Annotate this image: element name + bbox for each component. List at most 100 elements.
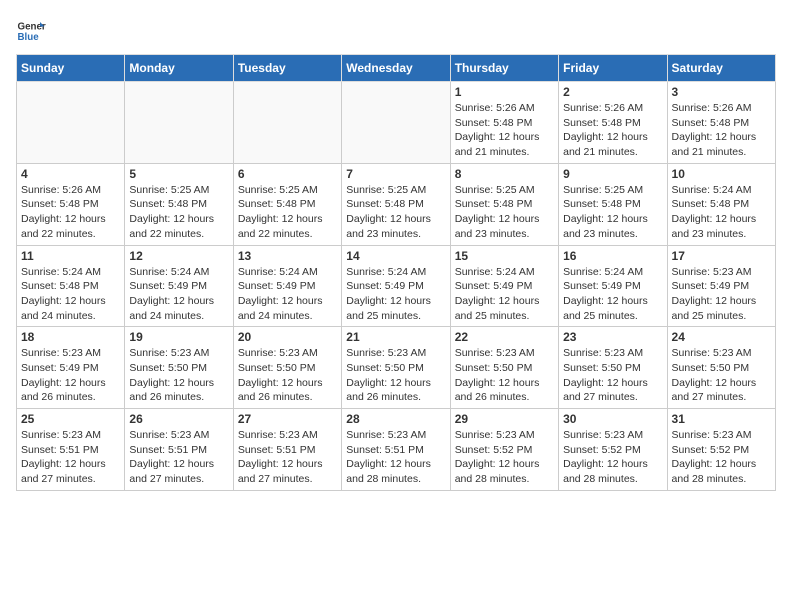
day-cell: 8Sunrise: 5:25 AM Sunset: 5:48 PM Daylig… (450, 163, 558, 245)
day-number: 16 (563, 249, 662, 263)
header: General Blue (16, 16, 776, 46)
day-info: Sunrise: 5:23 AM Sunset: 5:49 PM Dayligh… (21, 346, 120, 405)
day-info: Sunrise: 5:24 AM Sunset: 5:48 PM Dayligh… (21, 265, 120, 324)
day-cell: 27 Sunrise: 5:23 AM Sunset: 5:51 PM Dayli… (233, 409, 341, 491)
day-number: 8 (455, 167, 554, 181)
day-number: 5 (129, 167, 228, 181)
day-cell: 1 Sunrise: 5:26 AM Sunset: 5:48 PM Daylig… (450, 82, 558, 164)
week-row-2: 4Sunrise: 5:26 AM Sunset: 5:48 PM Daylig… (17, 163, 776, 245)
day-info: Sunrise: 5:23 AM Sunset: 5:52 PM Dayligh… (563, 428, 662, 487)
day-info: Sunrise: 5:23 AM Sunset: 5:50 PM Dayligh… (563, 346, 662, 405)
day-cell: 30Sunrise: 5:23 AM Sunset: 5:52 PM Dayli… (559, 409, 667, 491)
day-number: 6 (238, 167, 337, 181)
day-cell: 24Sunrise: 5:23 AM Sunset: 5:50 PM Dayli… (667, 327, 775, 409)
day-number: 22 (455, 330, 554, 344)
day-info: Sunrise: 5:24 AM Sunset: 5:49 PM Dayligh… (563, 265, 662, 324)
day-number: 29 (455, 412, 554, 426)
day-number: 15 (455, 249, 554, 263)
day-cell (17, 82, 125, 164)
weekday-sunday: Sunday (17, 55, 125, 82)
day-info: Sunrise: 5:26 AM Sunset: 5:48 PM Dayligh… (455, 101, 554, 160)
day-number: 13 (238, 249, 337, 263)
day-cell: 16 Sunrise: 5:24 AM Sunset: 5:49 PM Dayli… (559, 245, 667, 327)
week-row-3: 11 Sunrise: 5:24 AM Sunset: 5:48 PM Dayli… (17, 245, 776, 327)
day-cell: 2 Sunrise: 5:26 AM Sunset: 5:48 PM Daylig… (559, 82, 667, 164)
day-number: 17 (672, 249, 771, 263)
weekday-thursday: Thursday (450, 55, 558, 82)
day-cell: 28 Sunrise: 5:23 AM Sunset: 5:51 PM Dayli… (342, 409, 450, 491)
day-info: Sunrise: 5:24 AM Sunset: 5:49 PM Dayligh… (238, 265, 337, 324)
day-number: 2 (563, 85, 662, 99)
day-info: Sunrise: 5:26 AM Sunset: 5:48 PM Dayligh… (672, 101, 771, 160)
day-cell: 12Sunrise: 5:24 AM Sunset: 5:49 PM Dayli… (125, 245, 233, 327)
svg-text:General: General (18, 22, 47, 33)
week-row-5: 25 Sunrise: 5:23 AM Sunset: 5:51 PM Dayli… (17, 409, 776, 491)
svg-text:Blue: Blue (18, 32, 40, 43)
day-number: 23 (563, 330, 662, 344)
day-number: 7 (346, 167, 445, 181)
day-info: Sunrise: 5:26 AM Sunset: 5:48 PM Dayligh… (563, 101, 662, 160)
day-cell: 13 Sunrise: 5:24 AM Sunset: 5:49 PM Dayli… (233, 245, 341, 327)
week-row-4: 18 Sunrise: 5:23 AM Sunset: 5:49 PM Dayli… (17, 327, 776, 409)
day-number: 18 (21, 330, 120, 344)
logo: General Blue (16, 16, 46, 46)
day-number: 14 (346, 249, 445, 263)
weekday-tuesday: Tuesday (233, 55, 341, 82)
day-info: Sunrise: 5:23 AM Sunset: 5:51 PM Dayligh… (238, 428, 337, 487)
day-info: Sunrise: 5:25 AM Sunset: 5:48 PM Dayligh… (563, 183, 662, 242)
day-info: Sunrise: 5:24 AM Sunset: 5:49 PM Dayligh… (129, 265, 228, 324)
calendar-body: 1 Sunrise: 5:26 AM Sunset: 5:48 PM Daylig… (17, 82, 776, 491)
day-cell: 31 Sunrise: 5:23 AM Sunset: 5:52 PM Dayli… (667, 409, 775, 491)
day-info: Sunrise: 5:24 AM Sunset: 5:49 PM Dayligh… (346, 265, 445, 324)
day-cell: 18 Sunrise: 5:23 AM Sunset: 5:49 PM Dayli… (17, 327, 125, 409)
day-cell: 17 Sunrise: 5:23 AM Sunset: 5:49 PM Dayli… (667, 245, 775, 327)
weekday-header: SundayMondayTuesdayWednesdayThursdayFrid… (17, 55, 776, 82)
day-cell: 20 Sunrise: 5:23 AM Sunset: 5:50 PM Dayli… (233, 327, 341, 409)
day-cell: 7 Sunrise: 5:25 AM Sunset: 5:48 PM Daylig… (342, 163, 450, 245)
day-cell: 10 Sunrise: 5:24 AM Sunset: 5:48 PM Dayli… (667, 163, 775, 245)
day-info: Sunrise: 5:23 AM Sunset: 5:51 PM Dayligh… (346, 428, 445, 487)
weekday-friday: Friday (559, 55, 667, 82)
weekday-monday: Monday (125, 55, 233, 82)
day-cell: 15 Sunrise: 5:24 AM Sunset: 5:49 PM Dayli… (450, 245, 558, 327)
day-info: Sunrise: 5:24 AM Sunset: 5:49 PM Dayligh… (455, 265, 554, 324)
day-info: Sunrise: 5:23 AM Sunset: 5:50 PM Dayligh… (238, 346, 337, 405)
day-number: 20 (238, 330, 337, 344)
day-cell (125, 82, 233, 164)
logo-icon: General Blue (16, 16, 46, 46)
day-number: 1 (455, 85, 554, 99)
day-info: Sunrise: 5:25 AM Sunset: 5:48 PM Dayligh… (129, 183, 228, 242)
day-cell: 6 Sunrise: 5:25 AM Sunset: 5:48 PM Daylig… (233, 163, 341, 245)
day-info: Sunrise: 5:25 AM Sunset: 5:48 PM Dayligh… (238, 183, 337, 242)
day-cell: 26Sunrise: 5:23 AM Sunset: 5:51 PM Dayli… (125, 409, 233, 491)
day-number: 11 (21, 249, 120, 263)
day-info: Sunrise: 5:24 AM Sunset: 5:48 PM Dayligh… (672, 183, 771, 242)
day-number: 19 (129, 330, 228, 344)
day-cell: 11 Sunrise: 5:24 AM Sunset: 5:48 PM Dayli… (17, 245, 125, 327)
day-info: Sunrise: 5:26 AM Sunset: 5:48 PM Dayligh… (21, 183, 120, 242)
day-number: 3 (672, 85, 771, 99)
day-cell: 21Sunrise: 5:23 AM Sunset: 5:50 PM Dayli… (342, 327, 450, 409)
day-info: Sunrise: 5:23 AM Sunset: 5:50 PM Dayligh… (346, 346, 445, 405)
day-number: 10 (672, 167, 771, 181)
day-info: Sunrise: 5:23 AM Sunset: 5:52 PM Dayligh… (455, 428, 554, 487)
day-info: Sunrise: 5:23 AM Sunset: 5:49 PM Dayligh… (672, 265, 771, 324)
day-info: Sunrise: 5:25 AM Sunset: 5:48 PM Dayligh… (346, 183, 445, 242)
week-row-1: 1 Sunrise: 5:26 AM Sunset: 5:48 PM Daylig… (17, 82, 776, 164)
day-info: Sunrise: 5:23 AM Sunset: 5:52 PM Dayligh… (672, 428, 771, 487)
day-number: 25 (21, 412, 120, 426)
day-cell: 22 Sunrise: 5:23 AM Sunset: 5:50 PM Dayli… (450, 327, 558, 409)
day-cell (342, 82, 450, 164)
day-number: 27 (238, 412, 337, 426)
day-number: 28 (346, 412, 445, 426)
weekday-wednesday: Wednesday (342, 55, 450, 82)
day-cell: 29 Sunrise: 5:23 AM Sunset: 5:52 PM Dayli… (450, 409, 558, 491)
day-cell: 23 Sunrise: 5:23 AM Sunset: 5:50 PM Dayli… (559, 327, 667, 409)
day-cell: 19Sunrise: 5:23 AM Sunset: 5:50 PM Dayli… (125, 327, 233, 409)
weekday-saturday: Saturday (667, 55, 775, 82)
day-number: 31 (672, 412, 771, 426)
day-info: Sunrise: 5:23 AM Sunset: 5:50 PM Dayligh… (455, 346, 554, 405)
day-info: Sunrise: 5:23 AM Sunset: 5:51 PM Dayligh… (21, 428, 120, 487)
day-cell (233, 82, 341, 164)
day-number: 24 (672, 330, 771, 344)
